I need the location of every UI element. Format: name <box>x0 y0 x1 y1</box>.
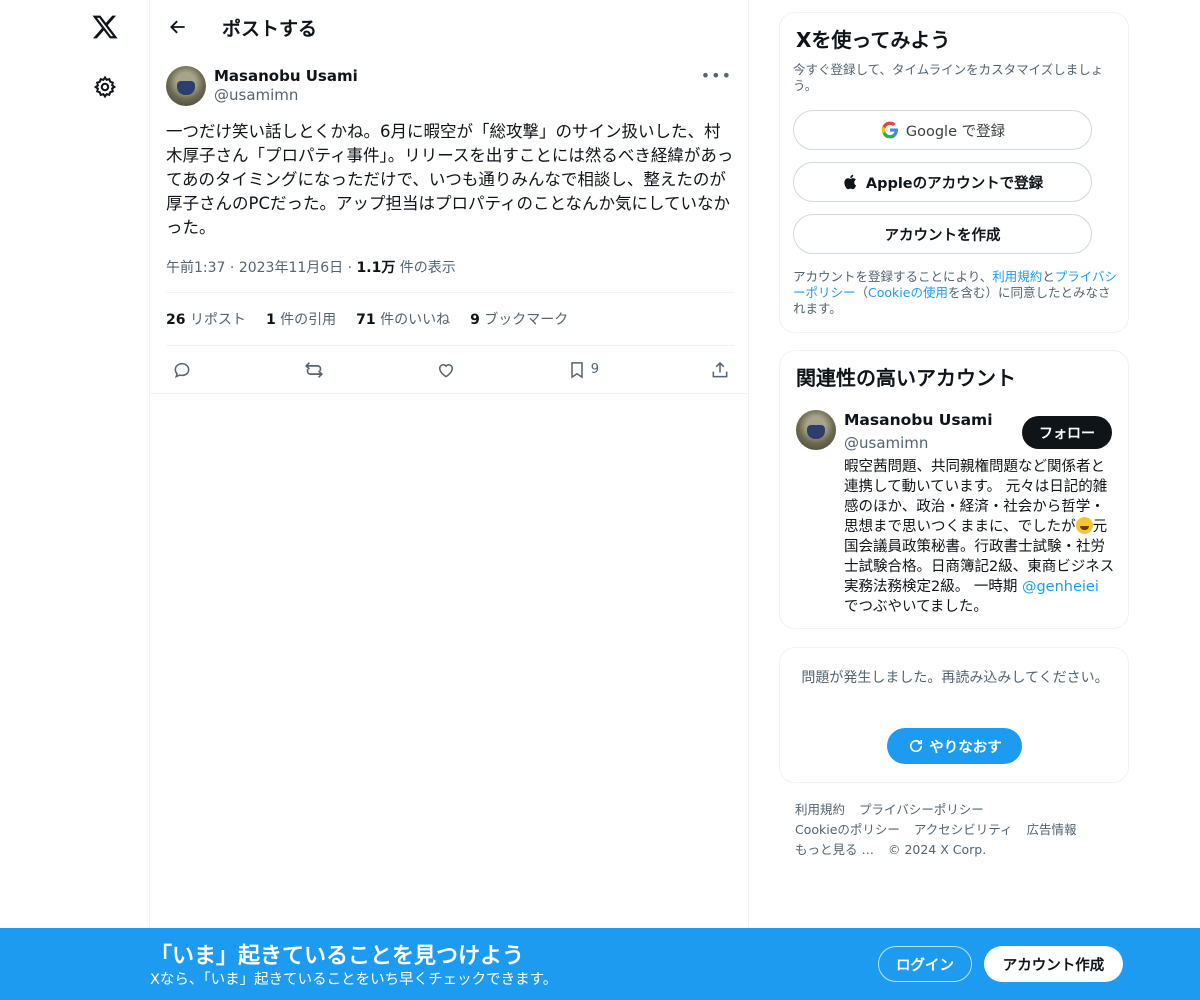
tweet-stats: 26 リポスト 1 件の引用 71 件のいいね 9 ブックマーク <box>166 292 734 346</box>
bottom-bar-title: 「いま」起きていることを見つけよう <box>150 944 525 969</box>
x-logo-icon[interactable] <box>88 10 122 44</box>
author-handle[interactable]: @usamimn <box>214 85 358 105</box>
terms-link[interactable]: 利用規約 <box>992 269 1042 284</box>
refresh-icon <box>910 739 923 753</box>
page-title: ポストする <box>222 17 318 40</box>
divider <box>150 393 749 394</box>
tweet-author[interactable]: Masanobu Usami @usamimn <box>166 66 358 106</box>
create-account-button[interactable]: アカウントを作成 <box>793 214 1092 254</box>
google-icon <box>881 121 898 139</box>
login-button[interactable]: ログイン <box>878 946 972 982</box>
footer-cookie-link[interactable]: Cookieのポリシー <box>795 822 900 837</box>
google-signup-label: Google で登録 <box>905 123 1006 140</box>
footer-more-link[interactable]: もっと見る … <box>795 842 874 857</box>
author-name[interactable]: Masanobu Usami <box>214 67 358 85</box>
gear-icon[interactable] <box>88 70 122 104</box>
footer-privacy-link[interactable]: プライバシーポリシー <box>859 802 984 817</box>
footer: 利用規約 プライバシーポリシー Cookieのポリシー アクセシビリティ 広告情… <box>795 800 1115 860</box>
tweet-meta: 午前1:37 · 2023年11月6日 · 1.1万 件の表示 <box>166 260 456 276</box>
footer-ads-link[interactable]: 広告情報 <box>1027 822 1077 837</box>
stat-likes[interactable]: 71 件のいいね <box>356 309 450 329</box>
user-bio: 暇空茜問題、共同親権問題など関係者と連携して動いています。 元々は日記的雑感のほ… <box>844 459 1115 615</box>
apple-signup-button[interactable]: Appleのアカウントで登録 <box>793 162 1092 202</box>
share-icon[interactable] <box>710 360 730 380</box>
copyright: © 2024 X Corp. <box>887 842 987 857</box>
signup-subtitle: 今すぐ登録して、タイムラインをカスタマイズしましょう。 <box>793 62 1104 93</box>
grinning-sweat-emoji-icon <box>1075 517 1093 534</box>
footer-terms-link[interactable]: 利用規約 <box>795 802 845 817</box>
signup-title: Xを使ってみよう <box>796 28 951 52</box>
more-options-icon[interactable]: ••• <box>701 66 732 85</box>
retry-button[interactable]: やりなおす <box>887 728 1022 764</box>
follow-button[interactable]: フォロー <box>1022 416 1112 449</box>
like-icon[interactable] <box>436 360 456 380</box>
error-card: 問題が発生しました。再読み込みしてください。 やりなおす <box>779 647 1129 783</box>
signup-card: Xを使ってみよう 今すぐ登録して、タイムラインをカスタマイズしましょう。 Goo… <box>779 12 1129 333</box>
tweet-time[interactable]: 午前1:37 <box>166 260 225 276</box>
tweet-date[interactable]: 2023年11月6日 <box>239 260 343 276</box>
bottom-signup-bar: 「いま」起きていることを見つけよう Xなら、「いま」起きていることをいち早くチェ… <box>0 928 1200 1000</box>
stat-bookmarks[interactable]: 9 ブックマーク <box>470 309 568 329</box>
main-column: ポストする Masanobu Usami @usamimn ••• 一つだけ笑い… <box>149 0 749 928</box>
page-header: ポストする <box>150 0 748 54</box>
stat-quotes[interactable]: 1 件の引用 <box>266 309 336 329</box>
related-accounts-card: 関連性の高いアカウント Masanobu Usami @usamimn フォロー… <box>779 350 1129 629</box>
views-label: 件の表示 <box>399 260 456 276</box>
left-nav <box>60 0 150 1000</box>
repost-icon[interactable] <box>303 359 325 381</box>
tweet-actions: 9 <box>166 346 734 393</box>
google-signup-button[interactable]: Google で登録 <box>793 110 1092 150</box>
bookmark-count: 9 <box>590 362 600 377</box>
avatar[interactable] <box>796 410 836 450</box>
related-title: 関連性の高いアカウント <box>796 366 1016 390</box>
views-count: 1.1万 <box>356 260 396 276</box>
footer-accessibility-link[interactable]: アクセシビリティ <box>914 822 1013 837</box>
apple-signup-label: Appleのアカウントで登録 <box>865 175 1044 192</box>
stat-reposts[interactable]: 26 リポスト <box>166 309 246 329</box>
apple-icon <box>844 174 856 190</box>
reply-icon[interactable] <box>172 360 192 380</box>
bottom-bar-subtitle: Xなら、「いま」起きていることをいち早くチェックできます。 <box>150 972 558 988</box>
legal-text: アカウントを登録することにより、利用規約とプライバシーポリシー（Cookieの使… <box>793 269 1118 316</box>
cookie-link[interactable]: Cookieの使用 <box>868 285 948 300</box>
tweet-text: 一つだけ笑い話しとくかね。6月に暇空が「総攻撃」のサイン扱いした、村木厚子さん「… <box>166 122 734 237</box>
arrow-left-icon[interactable] <box>166 15 190 39</box>
error-message: 問題が発生しました。再読み込みしてください。 <box>801 670 1109 686</box>
avatar[interactable] <box>166 66 206 106</box>
related-user-name[interactable]: Masanobu Usami <box>844 411 993 429</box>
bookmark-button[interactable]: 9 <box>567 360 599 380</box>
mention-link[interactable]: @genheiei <box>1022 579 1099 595</box>
related-user-handle[interactable]: @usamimn <box>844 434 928 452</box>
signup-button[interactable]: アカウント作成 <box>984 946 1123 982</box>
bookmark-icon <box>571 361 583 378</box>
